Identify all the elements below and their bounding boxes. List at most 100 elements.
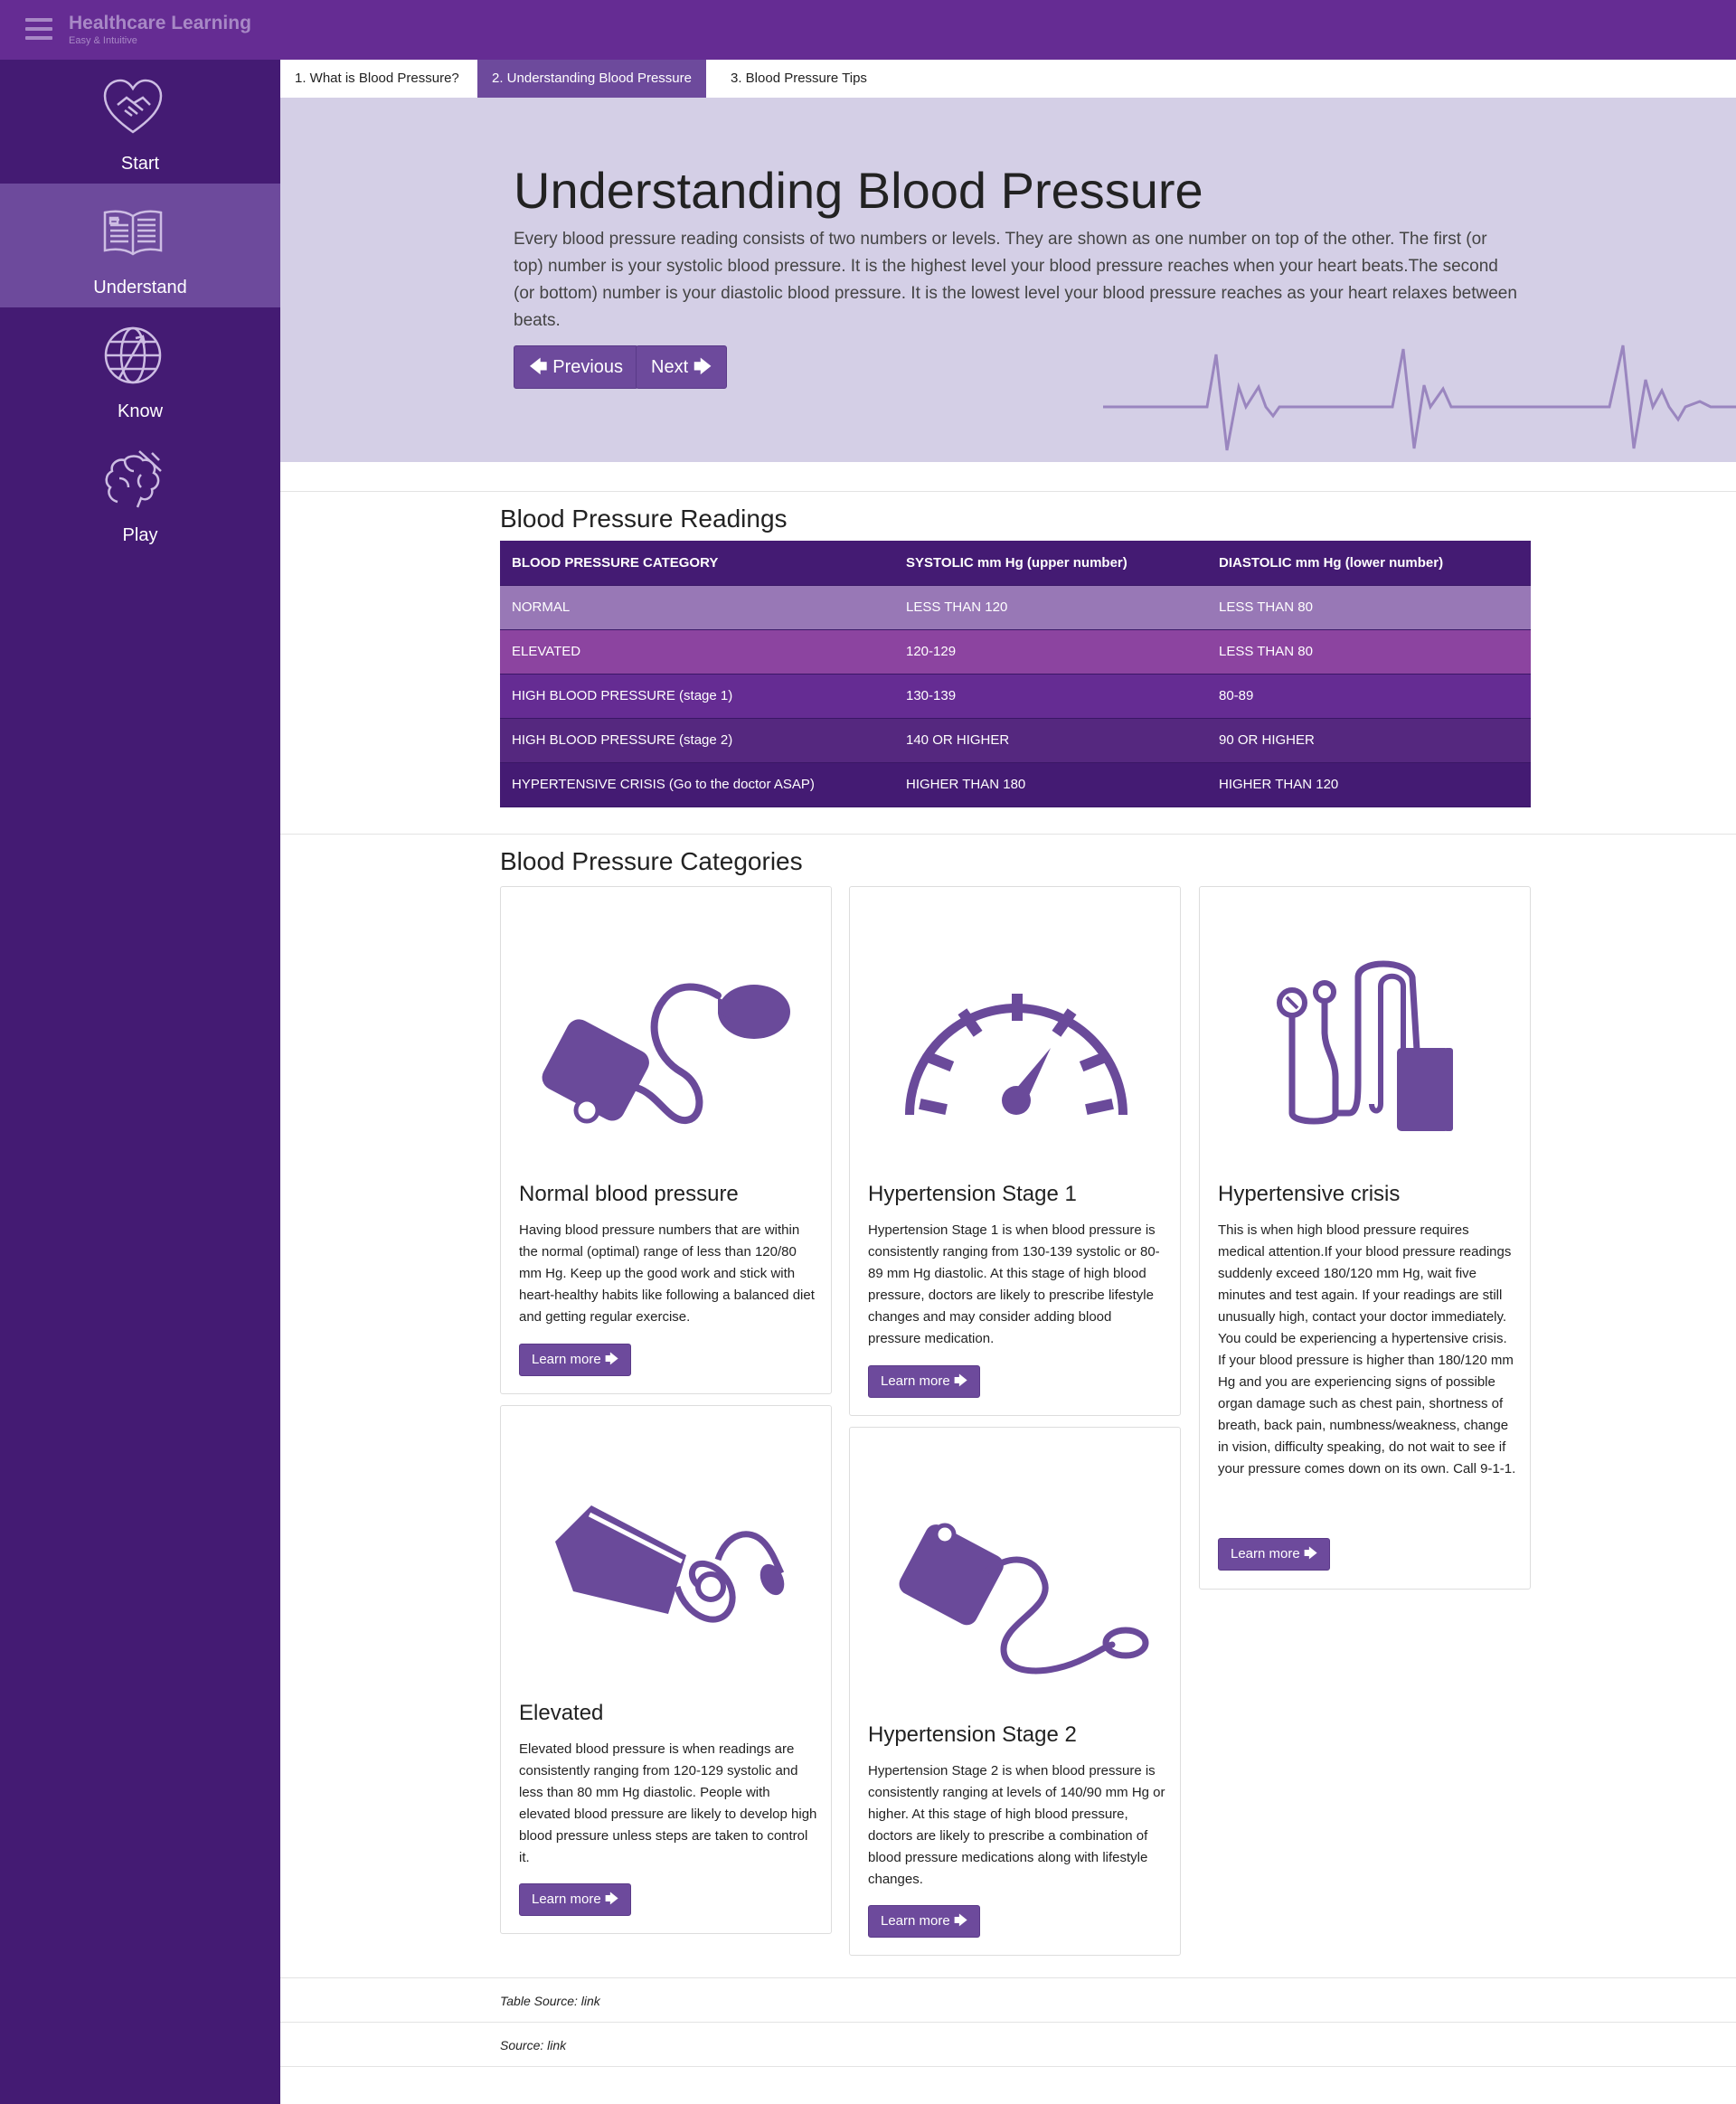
table-cell: HIGH BLOOD PRESSURE (stage 2) <box>500 718 894 763</box>
tab-what-is-blood-pressure[interactable]: 1. What is Blood Pressure? <box>280 60 474 98</box>
learn-more-button[interactable]: Learn more 🡆 <box>868 1905 981 1938</box>
sidebar-item-play[interactable]: Play <box>0 431 280 555</box>
globe-arrow-icon <box>104 326 162 384</box>
brand[interactable]: Healthcare Learning Easy & Intuitive <box>69 12 251 47</box>
arrow-right-icon: 🡆 <box>953 1913 968 1929</box>
tab-understanding-blood-pressure[interactable]: 2. Understanding Blood Pressure <box>477 60 706 98</box>
card-title: Hypertension Stage 1 <box>868 1182 1077 1206</box>
arrow-right-icon: 🡆 <box>1303 1546 1318 1561</box>
table-cell: 80-89 <box>1207 674 1531 719</box>
table-row: HIGH BLOOD PRESSURE (stage 2) 140 OR HIG… <box>500 718 1531 763</box>
card-description: This is when high blood pressure require… <box>1218 1222 1516 1477</box>
learn-more-label: Learn more <box>881 1913 950 1929</box>
next-button[interactable]: Next 🡆 <box>636 345 728 389</box>
table-cell: NORMAL <box>500 585 894 630</box>
column-header: DIASTOLIC mm Hg (lower number) <box>1207 541 1531 586</box>
category-card-elevated: Elevated Elevated blood pressure is when… <box>500 1405 832 1934</box>
card-description: Having blood pressure numbers that are w… <box>519 1222 815 1325</box>
stethoscope-icon <box>1277 960 1453 1131</box>
blood-pressure-readings-table: BLOOD PRESSURE CATEGORY SYSTOLIC mm Hg (… <box>500 541 1531 807</box>
sidebar-item-know[interactable]: Know <box>0 307 280 431</box>
sidebar-item-start[interactable]: Start <box>0 60 280 184</box>
table-row: ELEVATED 120-129 LESS THAN 80 <box>500 629 1531 675</box>
category-card-hypertension-stage-1: Hypertension Stage 1 Hypertension Stage … <box>849 886 1181 1416</box>
learn-more-button[interactable]: Learn more 🡆 <box>868 1365 981 1398</box>
divider <box>280 1977 1736 1978</box>
learn-more-label: Learn more <box>1231 1546 1300 1561</box>
open-book-icon <box>103 210 163 256</box>
previous-label: Previous <box>552 357 624 377</box>
tab-bar: 1. What is Blood Pressure? 2. Understand… <box>280 60 1736 98</box>
divider <box>280 834 1736 835</box>
next-label: Next <box>651 357 689 377</box>
arrow-right-icon: 🡆 <box>953 1373 968 1389</box>
table-cell: 120-129 <box>894 629 1207 675</box>
column-header: BLOOD PRESSURE CATEGORY <box>500 541 894 586</box>
table-cell: LESS THAN 120 <box>894 585 1207 630</box>
table-cell: 90 OR HIGHER <box>1207 718 1531 763</box>
table-row: HIGH BLOOD PRESSURE (stage 1) 130-139 80… <box>500 674 1531 719</box>
arrow-right-icon: 🡆 <box>604 1352 619 1367</box>
page-title: Understanding Blood Pressure <box>514 162 1203 219</box>
table-cell: LESS THAN 80 <box>1207 585 1531 630</box>
category-card-normal: Normal blood pressure Having blood press… <box>500 886 832 1394</box>
table-row: HYPERTENSIVE CRISIS (Go to the doctor AS… <box>500 762 1531 807</box>
table-source-link[interactable]: Table Source: link <box>500 1994 600 2008</box>
categories-title: Blood Pressure Categories <box>500 847 803 875</box>
card-description: Hypertension Stage 2 is when blood press… <box>868 1763 1165 1887</box>
table-cell: HIGH BLOOD PRESSURE (stage 1) <box>500 674 894 719</box>
table-cell: HIGHER THAN 180 <box>894 762 1207 807</box>
sidebar-item-understand[interactable]: Understand <box>0 184 280 307</box>
card-description: Elevated blood pressure is when readings… <box>519 1741 817 1865</box>
card-title: Hypertension Stage 2 <box>868 1722 1077 1747</box>
table-cell: 140 OR HIGHER <box>894 718 1207 763</box>
learn-more-label: Learn more <box>532 1352 601 1367</box>
hamburger-menu-icon[interactable] <box>25 18 52 40</box>
brain-icon <box>105 450 162 508</box>
column-header: SYSTOLIC mm Hg (upper number) <box>894 541 1207 586</box>
brand-title: Healthcare Learning <box>69 13 251 33</box>
sidebar-item-label: Start <box>120 154 160 174</box>
table-cell: HYPERTENSIVE CRISIS (Go to the doctor AS… <box>500 762 894 807</box>
hero-description: Every blood pressure reading consists of… <box>514 230 1517 330</box>
sidebar-item-label: Play <box>122 525 158 545</box>
arrow-right-icon: 🡆 <box>604 1892 619 1907</box>
table-header-row: BLOOD PRESSURE CATEGORY SYSTOLIC mm Hg (… <box>500 541 1531 586</box>
divider <box>280 2066 1736 2067</box>
table-cell: LESS THAN 80 <box>1207 629 1531 675</box>
table-cell: 130-139 <box>894 674 1207 719</box>
card-title: Hypertensive crisis <box>1218 1182 1401 1206</box>
card-title: Elevated <box>519 1701 604 1725</box>
brand-subtitle: Easy & Intuitive <box>69 35 137 46</box>
hero-banner: Understanding Blood Pressure Every blood… <box>280 98 1736 462</box>
sidebar: Start Understand Know Play <box>0 60 280 2104</box>
learn-more-button[interactable]: Learn more 🡆 <box>1218 1538 1331 1571</box>
learn-more-button[interactable]: Learn more 🡆 <box>519 1883 632 1916</box>
top-bar: Healthcare Learning Easy & Intuitive <box>0 0 1736 60</box>
table-cell: HIGHER THAN 120 <box>1207 762 1531 807</box>
sphygmomanometer-icon <box>555 1505 785 1623</box>
divider <box>280 491 1736 492</box>
table-row: NORMAL LESS THAN 120 LESS THAN 80 <box>500 585 1531 630</box>
arrow-right-icon: 🡆 <box>693 357 712 377</box>
blood-pressure-cuff-icon <box>542 983 790 1124</box>
gauge-icon <box>905 994 1127 1116</box>
arrow-left-icon: 🡄 <box>529 357 548 377</box>
readings-title: Blood Pressure Readings <box>500 505 788 533</box>
sidebar-item-label: Understand <box>93 278 187 297</box>
card-title: Normal blood pressure <box>519 1182 739 1206</box>
sidebar-item-label: Know <box>117 401 164 421</box>
category-card-hypertension-stage-2: Hypertension Stage 2 Hypertension Stage … <box>849 1427 1181 1956</box>
source-link[interactable]: Source: link <box>500 2038 566 2052</box>
card-description: Hypertension Stage 1 is when blood press… <box>868 1222 1160 1346</box>
category-card-hypertensive-crisis: Hypertensive crisis This is when high bl… <box>1199 886 1531 1590</box>
heartbeat-line-icon <box>1103 344 1736 451</box>
learn-more-label: Learn more <box>881 1373 950 1389</box>
table-cell: ELEVATED <box>500 629 894 675</box>
previous-button[interactable]: 🡄 Previous <box>514 345 639 389</box>
pressure-monitor-icon <box>899 1523 1149 1675</box>
learn-more-label: Learn more <box>532 1892 601 1907</box>
heart-handshake-icon <box>103 79 163 134</box>
learn-more-button[interactable]: Learn more 🡆 <box>519 1344 632 1376</box>
tab-blood-pressure-tips[interactable]: 3. Blood Pressure Tips <box>716 60 882 98</box>
